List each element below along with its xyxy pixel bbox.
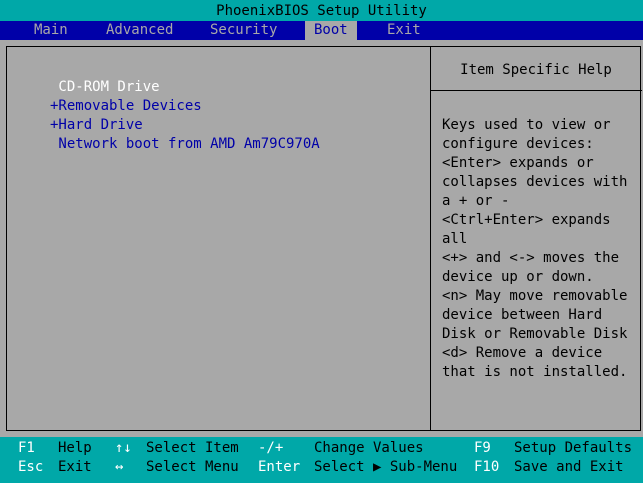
- key-f10: F10: [474, 459, 500, 475]
- main-panel: Item Specific Help CD-ROM Drive +Removab…: [0, 40, 643, 437]
- help-line: all: [442, 231, 468, 247]
- help-line: device up or down.: [442, 269, 594, 285]
- help-line: <n> May move removable: [442, 288, 628, 304]
- boot-item-removable[interactable]: +Removable Devices: [50, 97, 320, 116]
- boot-item-hard-drive[interactable]: +Hard Drive: [50, 116, 320, 135]
- key-up-down: ↑↓: [115, 440, 132, 456]
- help-line: a + or -: [442, 193, 510, 209]
- key-f9-desc: Setup Defaults: [514, 440, 633, 456]
- key-esc-desc: Exit: [58, 459, 92, 475]
- key-f1-desc: Help: [58, 440, 92, 456]
- key-enter: Enter: [258, 459, 301, 475]
- key-f10-desc: Save and Exit: [514, 459, 624, 475]
- menu-bar: Main Advanced Security Boot Exit: [0, 21, 643, 40]
- menu-security[interactable]: Security: [208, 21, 279, 40]
- help-text: Keys used to view or configure devices: …: [442, 116, 627, 382]
- key-left-right-desc: Select Menu: [146, 459, 239, 475]
- help-line: <Ctrl+Enter> expands: [442, 212, 611, 228]
- help-line: <d> Remove a device: [442, 345, 603, 361]
- boot-item-cdrom[interactable]: CD-ROM Drive: [50, 78, 320, 97]
- help-line: <Enter> expands or: [442, 155, 594, 171]
- help-line: device between Hard: [442, 307, 603, 323]
- menu-main[interactable]: Main: [32, 21, 70, 40]
- help-line: configure devices:: [442, 136, 594, 152]
- key-legend-bar: F1 Help ↑↓ Select Item -/+ Change Values…: [0, 437, 643, 483]
- key-f9: F9: [474, 440, 491, 456]
- help-divider: [431, 90, 642, 91]
- help-line: that is not installed.: [442, 364, 628, 380]
- key-f1: F1: [18, 440, 35, 456]
- key-esc: Esc: [18, 459, 44, 475]
- key-left-right: ↔: [115, 459, 124, 475]
- window-title: PhoenixBIOS Setup Utility: [0, 0, 643, 21]
- key-minus-plus-desc: Change Values: [314, 440, 424, 456]
- help-line: Keys used to view or: [442, 117, 611, 133]
- key-minus-plus: -/+: [258, 440, 284, 456]
- panel-divider: [430, 47, 431, 430]
- help-line: collapses devices with: [442, 174, 628, 190]
- boot-order-list: CD-ROM Drive +Removable Devices +Hard Dr…: [50, 78, 320, 154]
- menu-exit[interactable]: Exit: [385, 21, 423, 40]
- help-title: Item Specific Help: [460, 62, 612, 78]
- help-line: <+> and <-> moves the: [442, 250, 620, 266]
- help-line: Disk or Removable Disk: [442, 326, 628, 342]
- menu-advanced[interactable]: Advanced: [104, 21, 175, 40]
- key-up-down-desc: Select Item: [146, 440, 239, 456]
- menu-boot[interactable]: Boot: [305, 21, 357, 40]
- key-enter-desc: Select ▶ Sub-Menu: [314, 459, 458, 475]
- boot-item-network[interactable]: Network boot from AMD Am79C970A: [50, 135, 319, 154]
